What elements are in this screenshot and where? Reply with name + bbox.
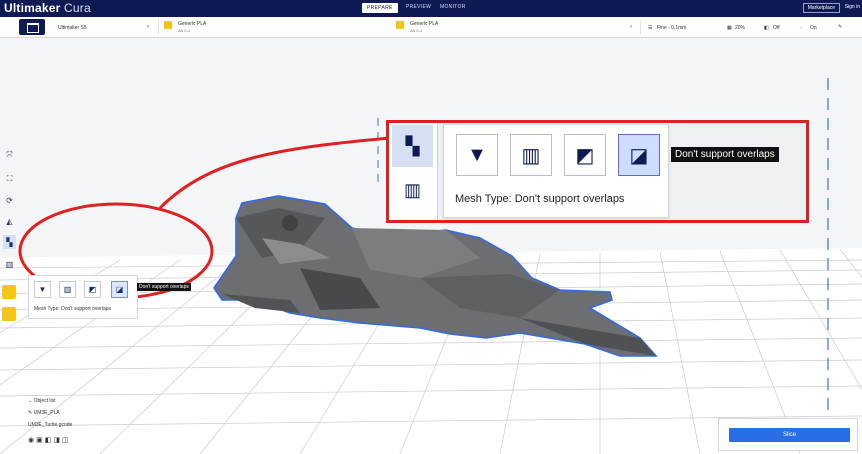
per-model-settings-icon[interactable]: ▚ <box>3 235 16 249</box>
edit-settings-icon[interactable]: ✎ <box>838 24 842 30</box>
plugin-b-icon[interactable] <box>2 307 16 321</box>
per-model-settings-icon[interactable]: ▚ <box>392 125 433 167</box>
stage-prepare-tab[interactable]: PREPARE <box>362 3 398 13</box>
stage-monitor-tab[interactable]: MONITOR <box>440 4 466 10</box>
normal-model-icon[interactable]: ▼ <box>456 134 498 176</box>
extruder-2-material[interactable]: Generic PLA <box>410 21 438 27</box>
support-blocker-icon[interactable]: ▥ <box>3 257 16 271</box>
adhesion-value[interactable]: On <box>810 25 817 31</box>
chevron-left-icon[interactable]: ‹ <box>630 24 632 30</box>
view-orientation-icons[interactable]: ◉▣◧◨◫ <box>28 436 71 444</box>
chevron-left-icon[interactable]: ‹ <box>147 24 149 30</box>
cura-window: Ultimaker Cura PREPARE PREVIEW MONITOR M… <box>0 0 862 454</box>
mesh-type-label-small: Mesh Type: Don't support overlaps <box>34 306 112 312</box>
object-list: ⌄ Object list ✎ UM3E_PLA UM3E_Turtle.gco… <box>22 398 112 448</box>
extruder-1-core: AA 0.4 <box>178 28 190 33</box>
extruder-1-material[interactable]: Generic PLA <box>178 21 206 27</box>
object-list-item[interactable]: ✎ UM3E_PLA <box>28 410 60 416</box>
marketplace-button[interactable]: Marketplace <box>802 3 840 13</box>
scale-icon[interactable]: ⛶ <box>3 172 16 186</box>
print-profile[interactable]: Fine - 0.1mm <box>657 25 686 31</box>
profile-icon: ☰ <box>648 25 653 31</box>
object-list-filename: UM3E_Turtle.gcode <box>28 422 73 428</box>
zoom-callout: ▚ ▥ ▼ ▥ ◩ ◪ Mesh Type: Don't support ove… <box>386 120 809 223</box>
extruder-1-icon <box>164 21 172 29</box>
tooltip-small: Don't support overlaps <box>137 283 191 291</box>
extruder-2-core: AA 0.4 <box>410 28 422 33</box>
support-blocker-icon[interactable]: ▥ <box>392 169 433 211</box>
extruder-2-icon <box>396 21 404 29</box>
infill-mesh-icon[interactable]: ▥ <box>59 281 76 298</box>
rotate-icon[interactable]: ⟳ <box>3 193 16 207</box>
infill-mesh-icon[interactable]: ▥ <box>510 134 552 176</box>
action-panel: Slice <box>718 418 858 451</box>
toolbar: Ultimaker S5 ‹ Generic PLA AA 0.4 Generi… <box>0 17 862 38</box>
support-value[interactable]: Off <box>773 25 780 31</box>
cutting-mesh-icon[interactable]: ◩ <box>564 134 606 176</box>
mesh-type-popup-small: ▼ ▥ ◩ ◪ Mesh Type: Don't support overlap… <box>28 275 138 319</box>
slice-button[interactable]: Slice <box>729 428 850 442</box>
printer-selector[interactable]: Ultimaker S5 <box>58 25 87 31</box>
adhesion-icon: ◌ <box>800 25 803 31</box>
infill-icon: ▦ <box>727 25 732 31</box>
app-header: Ultimaker Cura PREPARE PREVIEW MONITOR M… <box>0 0 862 17</box>
mesh-type-label: Mesh Type: Don't support overlaps <box>455 193 625 205</box>
3d-viewport[interactable]: ⤧ ⛶ ⟳ ◭ ▚ ▥ ▼ ▥ ◩ ◪ Mesh Type: Don't sup… <box>0 38 862 454</box>
app-logo: Ultimaker Cura <box>4 1 91 15</box>
dont-support-overlaps-icon[interactable]: ◪ <box>111 281 128 298</box>
move-icon[interactable]: ⤧ <box>3 148 16 162</box>
mirror-icon[interactable]: ◭ <box>3 214 16 228</box>
object-list-header[interactable]: ⌄ Object list <box>28 398 56 404</box>
stage-preview-tab[interactable]: PREVIEW <box>406 4 431 10</box>
dont-support-overlaps-icon[interactable]: ◪ <box>618 134 660 176</box>
zoom-tool-column: ▚ ▥ <box>389 123 438 220</box>
infill-value[interactable]: 20% <box>735 25 745 31</box>
support-icon: ◧ <box>764 25 769 31</box>
cutting-mesh-icon[interactable]: ◩ <box>84 281 101 298</box>
mesh-type-popup: ▼ ▥ ◩ ◪ Mesh Type: Don't support overlap… <box>443 124 669 218</box>
plugin-a-icon[interactable] <box>2 285 16 299</box>
build-plate-scene <box>0 78 862 454</box>
signin-button[interactable]: Sign in <box>845 4 860 10</box>
open-file-button[interactable] <box>19 19 45 35</box>
normal-model-icon[interactable]: ▼ <box>34 281 51 298</box>
tooltip: Don't support overlaps <box>671 147 779 162</box>
